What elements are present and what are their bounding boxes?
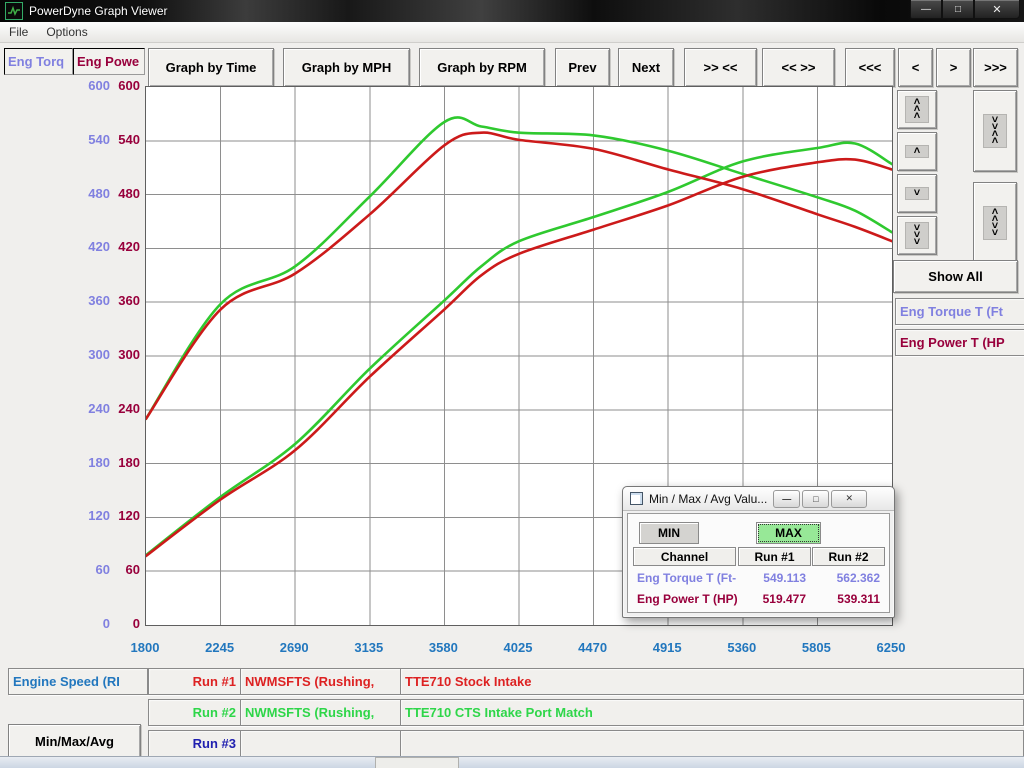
rpm-axis-ticks: 1800224526903135358040254470491553605805… xyxy=(145,640,891,656)
minmax-avg-button[interactable]: Min/Max/Avg xyxy=(8,724,141,758)
zoom-in-x-button[interactable]: >> << xyxy=(684,48,757,87)
eng-power-axis-label: Eng Powe xyxy=(77,54,139,69)
rpm-tick-label: 5805 xyxy=(802,640,831,656)
y-tick-label: 600 xyxy=(118,78,140,94)
title-bar[interactable]: PowerDyne Graph Viewer — □ ✕ xyxy=(0,0,1024,22)
chevron-up-icon: ˄ xyxy=(905,145,929,158)
y-scroll-down-button[interactable]: ˅ xyxy=(897,174,937,213)
chevron-down-triple-icon: ˅ ˅ ˅ xyxy=(905,222,929,249)
minmax-row-torque-channel: Eng Torque T (Ft- xyxy=(637,571,736,585)
zoom-out-x-button[interactable]: << >> xyxy=(762,48,835,87)
y-scale-expand-button[interactable]: ˄ ˄ ˅ ˅ xyxy=(973,182,1017,264)
minmax-torque-run1-value: 549.113 xyxy=(738,571,806,585)
maximize-button[interactable]: □ xyxy=(942,0,974,19)
rpm-tick-label: 4025 xyxy=(504,640,533,656)
eng-power-axis-button[interactable]: Eng Powe xyxy=(73,48,145,75)
power-axis-ticks: 600540480420360300240180120600 xyxy=(70,78,140,632)
y-tick-label: 360 xyxy=(118,293,140,309)
run3-label-box[interactable]: Run #3 xyxy=(148,730,241,757)
minmax-title-bar[interactable]: Min / Max / Avg Valu... — □ ✕ xyxy=(623,487,894,511)
y-scroll-down-fast-button[interactable]: ˅ ˅ ˅ xyxy=(897,216,937,255)
minmax-torque-run2-value: 562.362 xyxy=(812,571,880,585)
minmax-close-button[interactable]: ✕ xyxy=(831,490,867,508)
graph-by-time-button[interactable]: Graph by Time xyxy=(148,48,274,87)
minmax-restore-button[interactable]: □ xyxy=(802,490,829,508)
run2-description-box[interactable]: TTE710 CTS Intake Port Match xyxy=(400,699,1024,726)
y-tick-label: 540 xyxy=(118,132,140,148)
chevrons-outward-icon: ˄ ˄ ˅ ˅ xyxy=(983,206,1007,240)
status-bar xyxy=(0,756,1024,768)
scroll-left-fast-button[interactable]: <<< xyxy=(845,48,895,87)
graph-by-mph-button[interactable]: Graph by MPH xyxy=(283,48,410,87)
next-button[interactable]: Next xyxy=(618,48,674,87)
minmax-col-channel[interactable]: Channel xyxy=(633,547,736,566)
status-grip xyxy=(375,757,459,768)
minmax-col-run2[interactable]: Run #2 xyxy=(812,547,885,566)
prev-button[interactable]: Prev xyxy=(555,48,610,87)
max-button[interactable]: MAX xyxy=(756,522,821,544)
minmax-body: MIN MAX Channel Run #1 Run #2 Eng Torque… xyxy=(627,513,890,613)
minmax-col-run1[interactable]: Run #1 xyxy=(738,547,811,566)
run1-description-box[interactable]: TTE710 Stock Intake xyxy=(400,668,1024,695)
y-tick-label: 240 xyxy=(118,401,140,417)
rpm-tick-label: 5360 xyxy=(727,640,756,656)
minmax-row-power-channel: Eng Power T (HP) xyxy=(637,592,738,606)
min-button[interactable]: MIN xyxy=(639,522,699,544)
run2-label-box[interactable]: Run #2 xyxy=(148,699,241,726)
minmax-window-icon xyxy=(630,492,643,505)
x-channel-box[interactable]: Engine Speed (RI xyxy=(8,668,148,695)
powerdyne-window: PowerDyne Graph Viewer — □ ✕ File Option… xyxy=(0,0,1024,768)
scroll-left-button[interactable]: < xyxy=(898,48,933,87)
run1-label-box[interactable]: Run #1 xyxy=(148,668,241,695)
run3-description-box[interactable] xyxy=(400,730,1024,757)
minimize-button[interactable]: — xyxy=(910,0,942,19)
power-channel-box[interactable]: Eng Power T (HP xyxy=(895,329,1024,356)
graph-by-rpm-button[interactable]: Graph by RPM xyxy=(419,48,545,87)
rpm-tick-label: 2245 xyxy=(205,640,234,656)
minmax-minimize-button[interactable]: — xyxy=(773,490,800,508)
rpm-tick-label: 4915 xyxy=(653,640,682,656)
app-icon xyxy=(5,2,23,20)
window-title: PowerDyne Graph Viewer xyxy=(29,4,168,18)
y-tick-label: 120 xyxy=(118,508,140,524)
rpm-tick-label: 4470 xyxy=(578,640,607,656)
rpm-tick-label: 3135 xyxy=(354,640,383,656)
scroll-right-fast-button[interactable]: >>> xyxy=(973,48,1018,87)
chevrons-inward-icon: ˅ ˅ ˄ ˄ xyxy=(983,114,1007,148)
y-scroll-up-fast-button[interactable]: ˄ ˄ ˄ xyxy=(897,90,937,129)
rpm-tick-label: 1800 xyxy=(131,640,160,656)
close-button[interactable]: ✕ xyxy=(974,0,1020,19)
y-scale-compress-button[interactable]: ˅ ˅ ˄ ˄ xyxy=(973,90,1017,172)
eng-torque-axis-button[interactable]: Eng Torq xyxy=(4,48,73,75)
scroll-right-button[interactable]: > xyxy=(936,48,971,87)
y-tick-label: 180 xyxy=(118,455,140,471)
y-tick-label: 480 xyxy=(118,186,140,202)
run1-source-box[interactable]: NWMSFTS (Rushing, xyxy=(240,668,403,695)
minmax-window-title: Min / Max / Avg Valu... xyxy=(649,492,767,506)
chevron-down-icon: ˅ xyxy=(905,187,929,200)
minmax-avg-window: Min / Max / Avg Valu... — □ ✕ MIN MAX Ch… xyxy=(622,486,895,618)
rpm-tick-label: 6250 xyxy=(877,640,906,656)
run3-source-box[interactable] xyxy=(240,730,403,757)
show-all-button[interactable]: Show All xyxy=(893,260,1018,293)
run2-source-box[interactable]: NWMSFTS (Rushing, xyxy=(240,699,403,726)
rpm-tick-label: 2690 xyxy=(280,640,309,656)
y-tick-label: 420 xyxy=(118,239,140,255)
torque-channel-box[interactable]: Eng Torque T (Ft xyxy=(895,298,1024,325)
y-tick-label: 0 xyxy=(133,616,140,632)
minmax-power-run2-value: 539.311 xyxy=(812,592,880,606)
y-scroll-up-button[interactable]: ˄ xyxy=(897,132,937,171)
menu-bar: File Options xyxy=(0,22,1024,43)
chevron-up-triple-icon: ˄ ˄ ˄ xyxy=(905,96,929,123)
y-tick-label: 300 xyxy=(118,347,140,363)
y-tick-label: 60 xyxy=(126,562,140,578)
eng-torque-axis-label: Eng Torq xyxy=(8,54,64,69)
minmax-power-run1-value: 519.477 xyxy=(738,592,806,606)
menu-options[interactable]: Options xyxy=(37,25,96,39)
menu-file[interactable]: File xyxy=(0,25,37,39)
rpm-tick-label: 3580 xyxy=(429,640,458,656)
